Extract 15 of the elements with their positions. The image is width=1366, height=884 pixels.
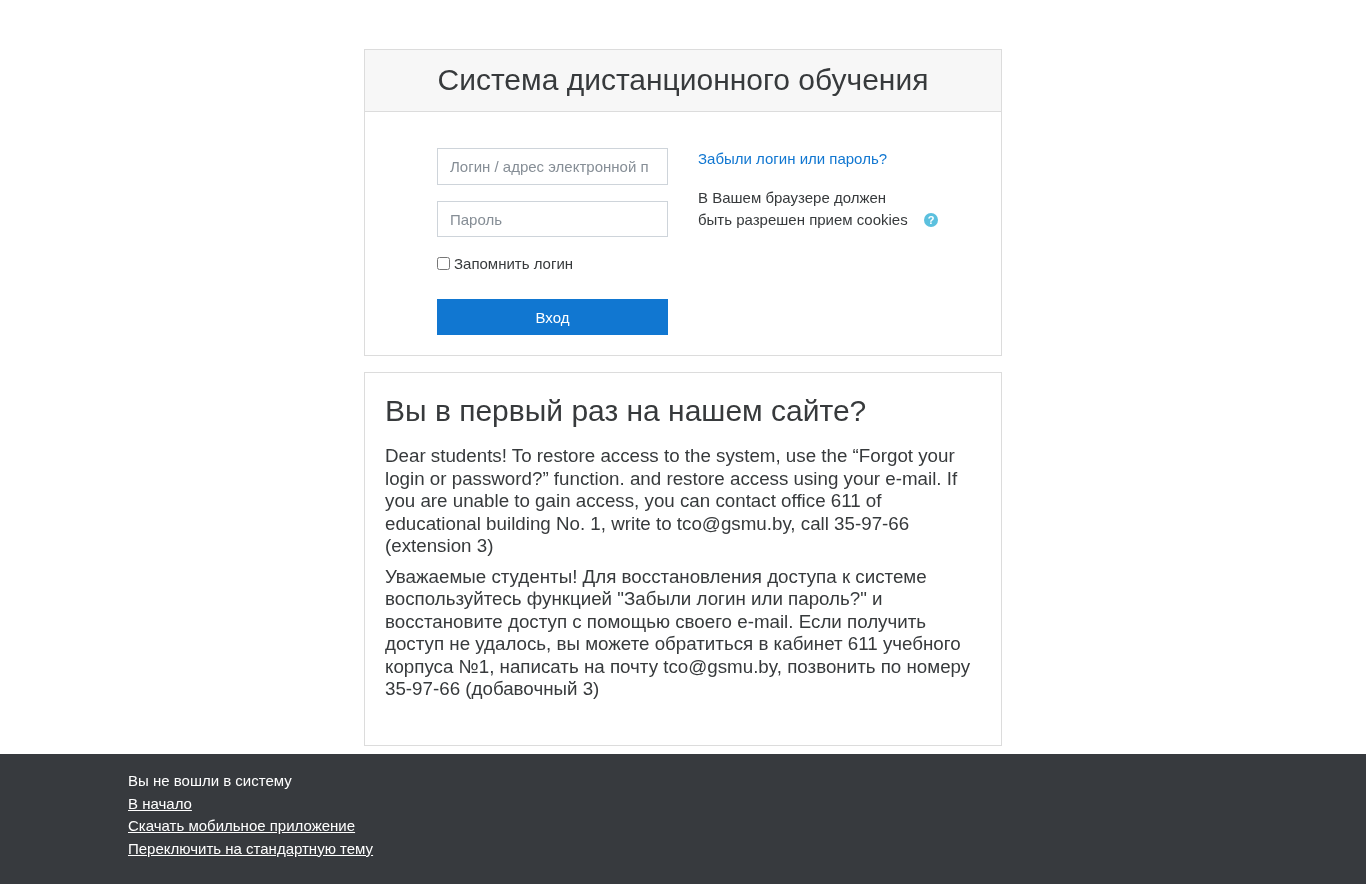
info-heading: Вы в первый раз на нашем сайте? [385,393,868,429]
login-button[interactable]: Вход [437,299,668,335]
remember-label: Запомнить логин [454,255,574,272]
info-paragraph: Уважаемые студенты! Для восстановления доступа к системе воспользуйтесь функцией "Забыли логин или пароль?" и восстановите доступ с помощью своего e-mail. Если получить доступ не удалось, вы можете обратиться в кабинет 611 учебного корпуса №1, написать на почту tco@gsmu.by, позвонить по номеру 35-97-66 (добавочный 3) [385,565,972,701]
card-title: Система дистанционного обучения [365,50,1001,112]
password-field[interactable]: Пароль [437,201,668,237]
info-paragraph: Dear students! To restore access to the system, use the “Forgot your login or password?” function. and restore access using your e-mail. If you are unable to gain access, you can contact office 611 of educational building No. 1, write to tco@gsmu.by, call 35-97-66 (extension 3) [385,445,959,558]
login-status: Вы не вошли в систему [128,771,292,791]
remember-checkbox[interactable] [437,257,450,270]
username-field[interactable]: Логин / адрес электронной п [437,148,668,185]
footer-link[interactable]: Переключить на стандартную тему [128,837,374,860]
footer-link[interactable]: В начало [128,792,192,815]
forgot-password-link[interactable]: Забыли логин или пароль? [698,148,888,170]
footer-link[interactable]: Скачать мобильное приложение [128,815,356,838]
cookies-note: В Вашем браузере должен быть разрешен прием cookies [698,188,909,230]
